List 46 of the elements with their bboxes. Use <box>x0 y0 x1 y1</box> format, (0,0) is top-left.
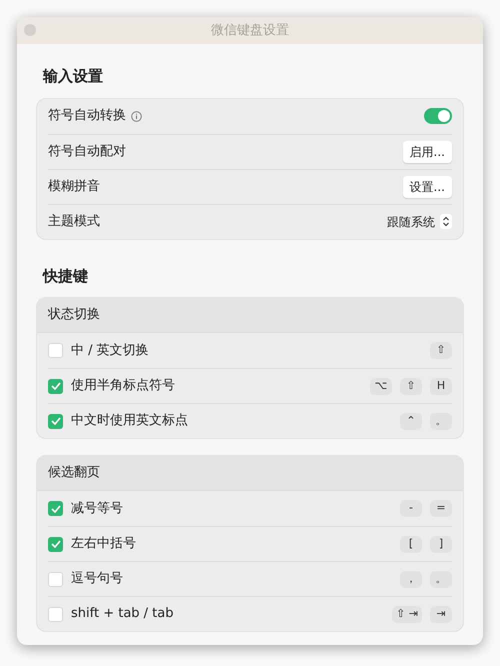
dropdown-value[interactable]: 跟随系统 <box>387 212 435 230</box>
key-cap[interactable]: H <box>430 378 452 394</box>
checkbox[interactable] <box>48 536 63 552</box>
checkbox[interactable] <box>48 343 63 358</box>
checkbox[interactable] <box>48 501 63 516</box>
setting-label: 符号自动配对 <box>48 142 126 161</box>
section-heading: 输入设置 <box>43 66 104 87</box>
key-cap[interactable]: ⌥ <box>370 378 392 394</box>
shortcut-label: 使用半角标点符号 <box>71 377 175 396</box>
shortcut-label: 减号等号 <box>71 500 123 518</box>
key-cap[interactable]: 。 <box>430 570 452 588</box>
key-cap[interactable]: ⇧ ⇥ <box>392 606 422 622</box>
checkbox[interactable] <box>48 414 63 428</box>
checkmark-icon <box>50 382 60 390</box>
key-cap[interactable]: ] <box>430 536 452 552</box>
toggle-switch[interactable] <box>424 108 452 124</box>
shortcut-label: 中 / 英文切换 <box>71 342 149 360</box>
group-header: 候选翻页 <box>37 456 463 491</box>
settings-button[interactable]: 启用... <box>402 140 452 162</box>
section-heading: 快捷键 <box>43 266 89 286</box>
settings-button[interactable]: 设置... <box>402 176 452 198</box>
checkbox[interactable] <box>48 606 63 622</box>
key-cap[interactable]: ， <box>400 570 422 588</box>
shortcut-label: 逗号句号 <box>71 570 123 588</box>
shortcut-label: shift + tab / tab <box>71 605 174 624</box>
checkmark-icon <box>50 540 60 548</box>
key-cap[interactable]: - <box>400 500 422 517</box>
checkmark-icon <box>50 504 60 512</box>
setting-label: 模糊拼音 <box>48 178 100 196</box>
checkmark-icon <box>50 417 60 425</box>
stepper-icon[interactable] <box>440 214 452 229</box>
shortcut-label: 左右中括号 <box>71 535 136 554</box>
key-cap[interactable]: ⇥ <box>430 606 452 622</box>
key-cap[interactable]: 。 <box>430 412 452 430</box>
setting-label: 主题模式 <box>48 212 100 231</box>
setting-label: 符号自动转换 <box>48 107 126 126</box>
checkbox[interactable] <box>48 572 63 586</box>
window-title: 微信键盘设置 <box>211 22 289 40</box>
key-cap[interactable]: = <box>430 500 452 517</box>
key-cap[interactable]: ⇧ <box>430 342 452 359</box>
group-header: 状态切换 <box>37 298 463 333</box>
checkbox[interactable] <box>48 378 63 394</box>
key-cap[interactable]: ⇧ <box>400 378 422 394</box>
shortcut-label: 中文时使用英文标点 <box>71 412 188 430</box>
key-cap[interactable]: [ <box>400 536 422 552</box>
key-cap[interactable]: ⌃ <box>400 412 422 430</box>
